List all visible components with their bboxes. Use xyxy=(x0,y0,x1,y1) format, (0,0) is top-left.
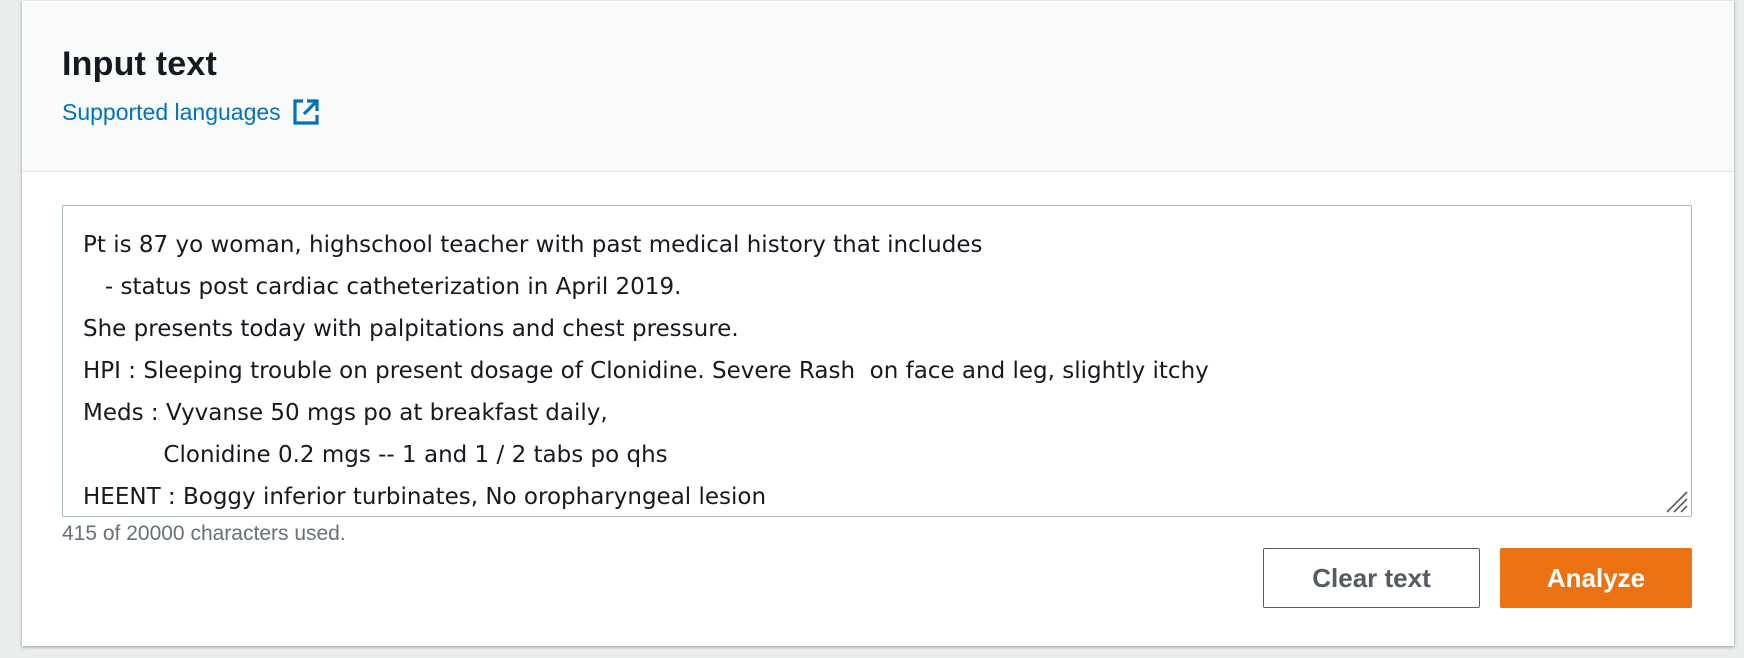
analyze-button[interactable]: Analyze xyxy=(1500,548,1692,608)
input-text-panel: Input text Supported languages 415 of 20… xyxy=(22,0,1734,646)
clear-text-button[interactable]: Clear text xyxy=(1263,548,1480,608)
input-text-area-container xyxy=(62,205,1692,517)
external-link-icon xyxy=(291,97,321,127)
supported-languages-link[interactable]: Supported languages xyxy=(62,97,321,127)
panel-title: Input text xyxy=(62,45,217,83)
input-text-area[interactable] xyxy=(63,206,1691,516)
resize-handle-icon[interactable] xyxy=(1661,486,1689,514)
supported-languages-label: Supported languages xyxy=(62,98,281,125)
character-count: 415 of 20000 characters used. xyxy=(62,522,346,545)
panel-header: Input text Supported languages xyxy=(22,0,1734,172)
